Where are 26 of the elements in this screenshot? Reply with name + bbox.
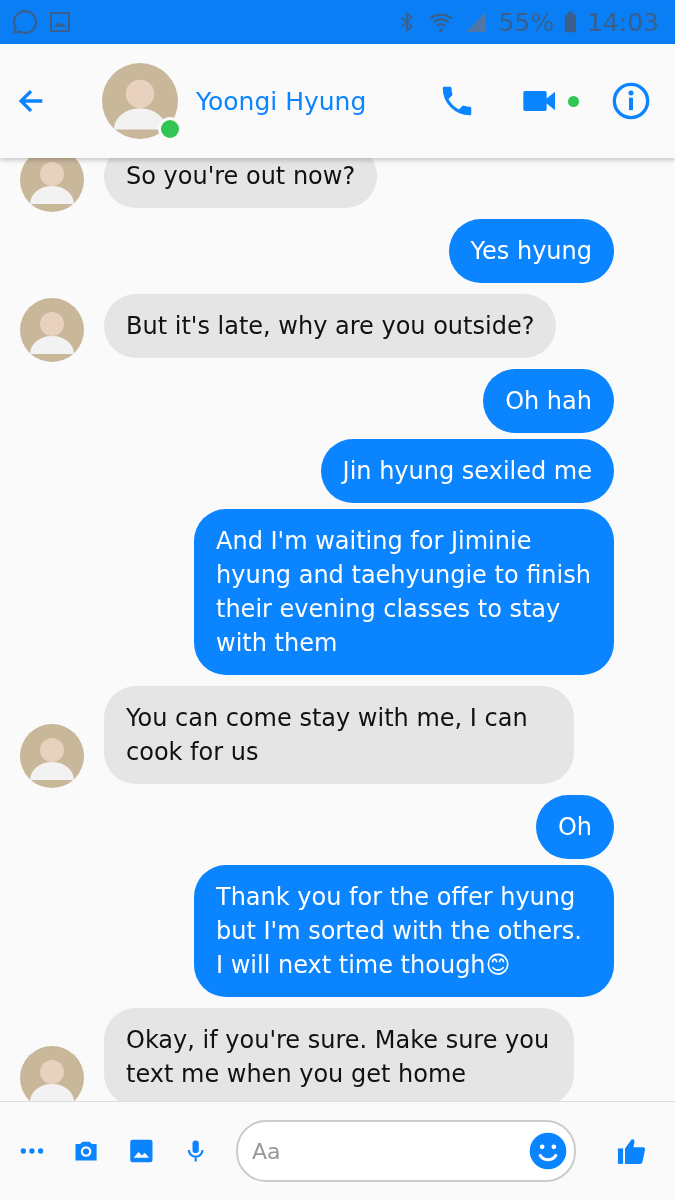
contact-name[interactable]: Yoongi Hyung <box>196 86 367 116</box>
message-bubble[interactable]: Jin hyung sexiled me <box>320 439 614 503</box>
message-bubble[interactable]: Oh <box>535 795 614 859</box>
image-icon <box>48 10 72 34</box>
avatar[interactable] <box>20 158 84 212</box>
battery-icon <box>563 9 577 35</box>
message-bubble[interactable]: And I'm waiting for Jiminie hyung and taehyungie to finish their evening classes to stay with them <box>194 509 614 675</box>
signal-icon <box>464 10 489 34</box>
battery-percent: 55% <box>498 7 554 37</box>
message-bubble[interactable]: Yes hyung <box>448 219 614 283</box>
avatar[interactable] <box>102 63 178 139</box>
info-icon[interactable] <box>611 81 651 121</box>
message-input-field[interactable]: Aa <box>250 1137 529 1165</box>
message-bubble[interactable]: Okay, if you're sure. Make sure you text me when you get home <box>104 1008 574 1101</box>
message-bubble[interactable]: So you're out now? <box>104 158 378 208</box>
message-bubble[interactable]: You can come stay with me, I can cook for us <box>104 686 574 784</box>
message-bubble[interactable]: Oh hah <box>483 369 614 433</box>
emoji-icon[interactable] <box>528 1131 569 1171</box>
message-field[interactable]: Aa <box>236 1120 577 1182</box>
chat-bubble-icon <box>12 9 38 35</box>
message-bubble[interactable]: But it's late, why are you outside? <box>104 294 557 358</box>
avatar[interactable] <box>20 724 84 788</box>
more-icon[interactable] <box>20 1145 44 1157</box>
avatar[interactable] <box>20 298 84 362</box>
clock: 14:03 <box>586 7 659 37</box>
message-bubble[interactable]: Thank you for the offer hyung but I'm sorted with the others. I will next time though😊 <box>194 865 614 997</box>
